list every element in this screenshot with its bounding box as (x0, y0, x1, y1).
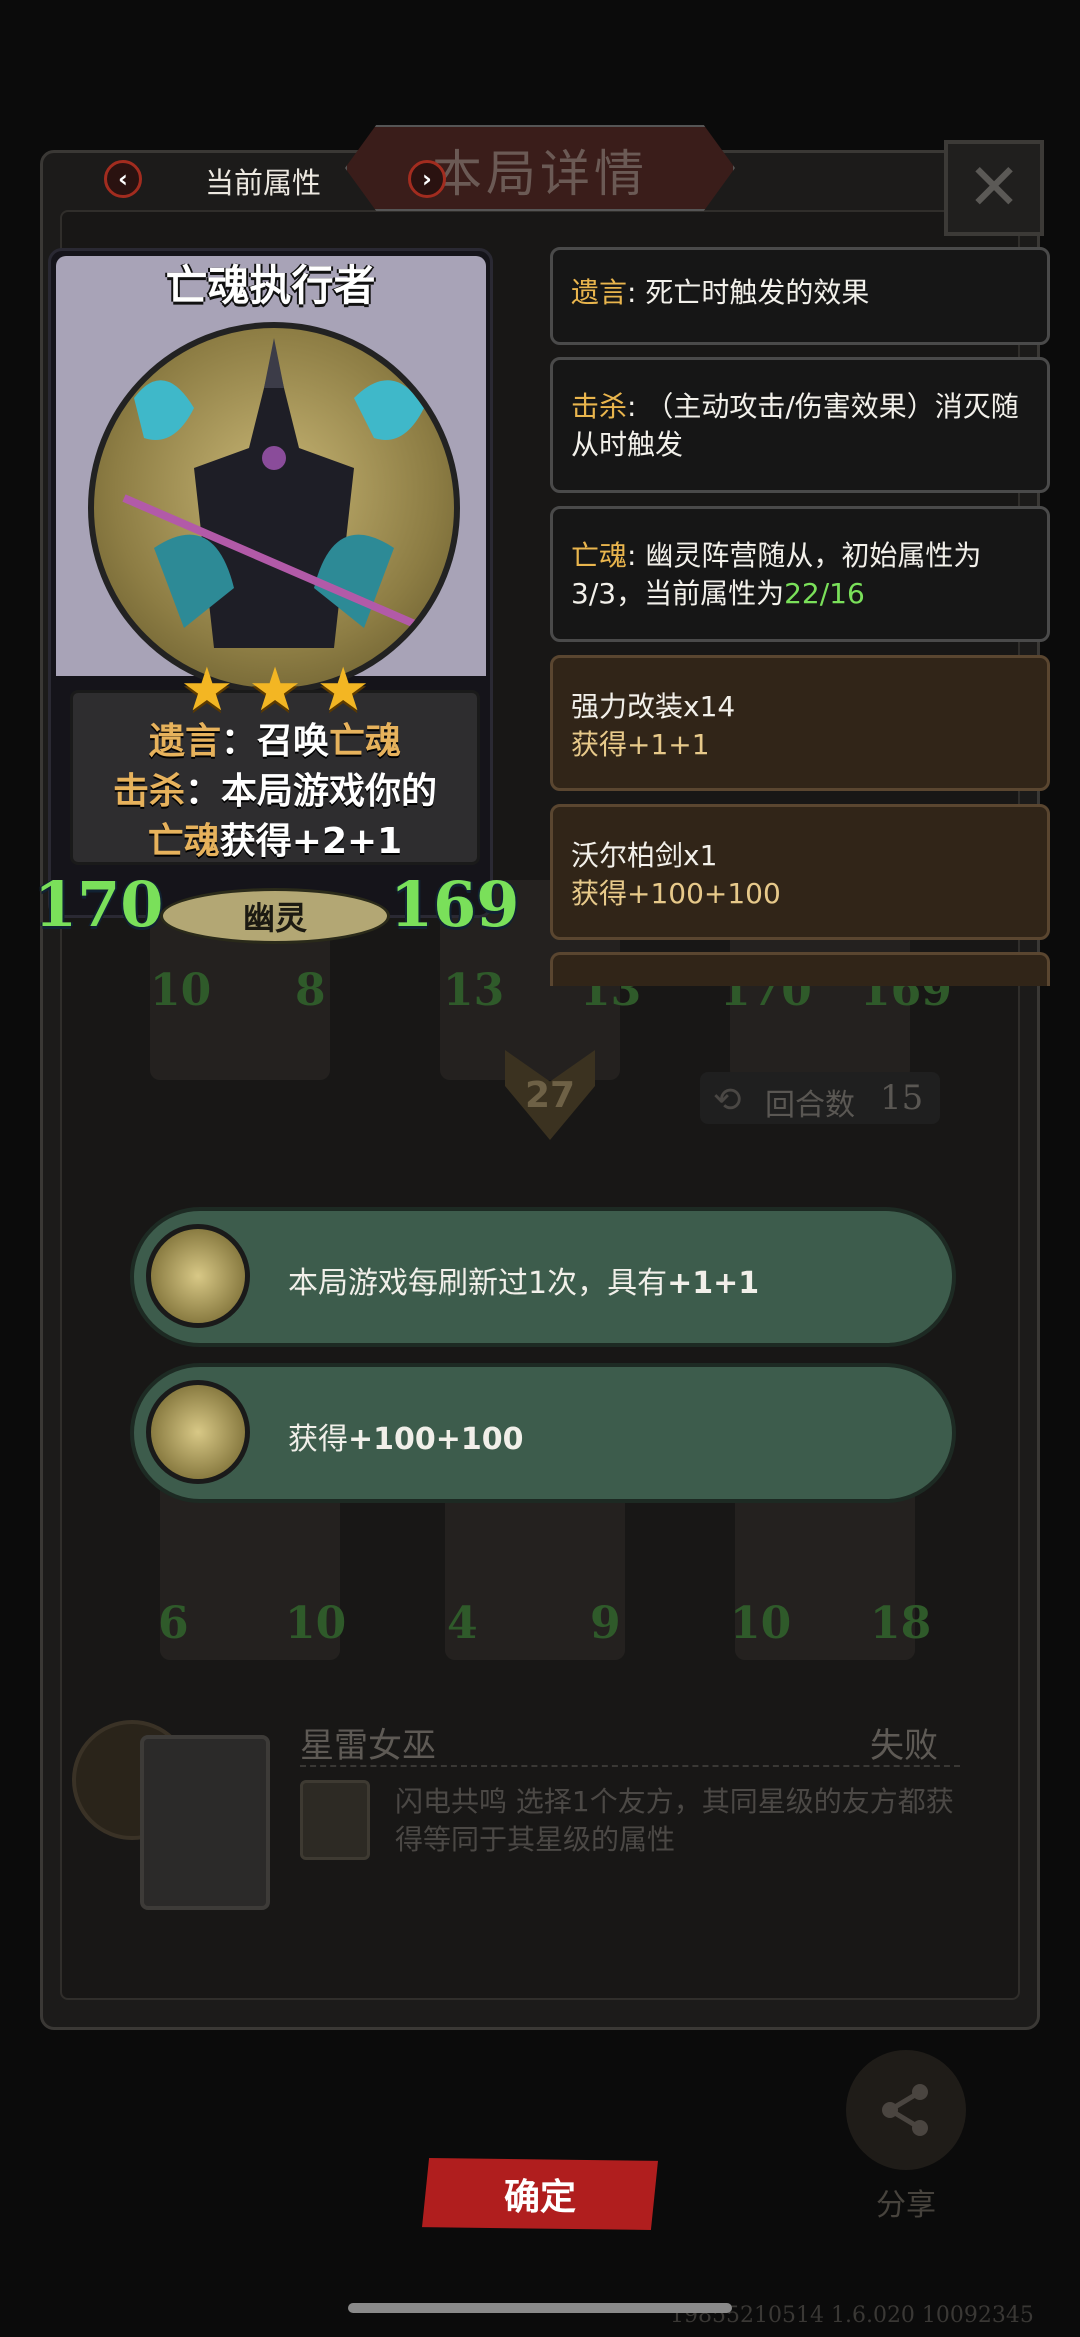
share-button[interactable] (846, 2050, 966, 2170)
opponent-portrait (140, 1735, 270, 1910)
health-stat: 169 (390, 868, 520, 941)
board-stat: 4 (447, 1598, 478, 1649)
sword-icon (146, 1380, 250, 1484)
share-label: 分享 (876, 2188, 936, 2223)
card-desc-line: 亡魂获得+2+1 (147, 821, 403, 862)
share-icon (882, 2084, 928, 2136)
chevron-left-icon: ‹ (118, 165, 128, 193)
nav-label: 当前属性 (205, 166, 322, 200)
arrow-number: 27 (524, 1075, 576, 1116)
prev-button[interactable]: ‹ (104, 160, 142, 198)
item-value: 获得+100+100 (571, 877, 781, 910)
divider (300, 1765, 960, 1767)
battle-result: 失败 (870, 1726, 938, 1766)
item-name: 强力改装x14 (571, 690, 736, 723)
board-stat: 9 (590, 1598, 621, 1649)
ring-icon (146, 1224, 250, 1328)
board-stat: 10 (285, 1598, 347, 1649)
keyword-spirit: 亡魂: 幽灵阵营随从，初始属性为3/3，当前属性为22/16 (550, 506, 1050, 642)
skill-description: 闪电共鸣 选择1个友方，其同星级的友方都获得等同于其星级的属性 (395, 1785, 954, 1856)
close-button[interactable]: ✕ (944, 140, 1044, 236)
board-stat: 10 (150, 965, 212, 1016)
close-icon: ✕ (967, 151, 1021, 225)
effect-bar (130, 1363, 956, 1503)
board-stat: 13 (443, 965, 505, 1016)
confirm-button[interactable]: 确定 (422, 2158, 658, 2230)
board-stat: 8 (295, 965, 326, 1016)
home-indicator[interactable] (348, 2303, 732, 2313)
board-stat: 18 (870, 1598, 932, 1649)
effect-text: 本局游戏每刷新过1次，具有+1+1 (288, 1266, 760, 1301)
round-value: 15 (880, 1078, 924, 1118)
card-desc-line: 遗言：召唤亡魂 (148, 721, 402, 762)
item-entry: 沃尔柏剑x1 获得+100+100 (550, 804, 1050, 940)
skill-icon (300, 1780, 370, 1860)
page-title: 本局详情 (432, 145, 648, 203)
opponent-name: 星雷女巫 (300, 1726, 436, 1766)
round-label: 回合数 (765, 1088, 855, 1123)
chevron-right-icon: › (422, 165, 432, 193)
item-entry: 强力改装x14 获得+1+1 (550, 655, 1050, 791)
board-stat: 10 (730, 1598, 792, 1649)
board-stat: 6 (158, 1598, 189, 1649)
keyword-deathrattle: 遗言: 死亡时触发的效果 (550, 247, 1050, 345)
item-name: 沃尔柏剑x1 (571, 839, 718, 872)
effect-text: 获得+100+100 (288, 1422, 524, 1457)
keyword-kill: 击杀: （主动攻击/伤害效果）消灭随从时触发 (550, 357, 1050, 493)
minion-portrait (88, 322, 460, 694)
attack-stat: 170 (34, 868, 164, 941)
item-value: 获得+1+1 (571, 728, 710, 761)
refresh-icon: ⟲ (713, 1080, 742, 1120)
card-desc-line: 击杀：本局游戏你的 (112, 771, 438, 812)
card-name: 亡魂执行者 (165, 261, 376, 310)
item-entry (550, 952, 1050, 986)
next-button[interactable]: › (408, 160, 446, 198)
tribe-badge: 幽灵 (160, 888, 390, 944)
